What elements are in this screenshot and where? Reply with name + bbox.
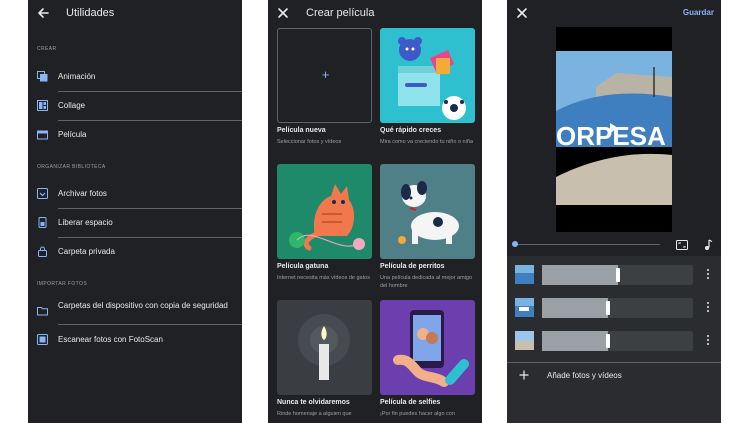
menu-item-archive[interactable]: Archivar fotos [28, 179, 242, 208]
more-options-icon[interactable] [705, 334, 711, 346]
menu-item-animation[interactable]: Animación [28, 62, 242, 91]
menu-item-device-folders[interactable]: Carpetas del dispositivo con copia de se… [28, 296, 242, 325]
aspect-ratio-icon[interactable] [676, 239, 688, 251]
preview-photo: ORPESA [556, 27, 672, 232]
card-subtitle: Seleccionar fotos y vídeos [277, 139, 342, 145]
video-preview[interactable]: ORPESA [556, 27, 672, 232]
card-title: Película gatuna [277, 263, 329, 270]
scrubber-handle[interactable] [512, 241, 518, 247]
card-subtitle: ¡Por fin puedes hacer algo con [380, 411, 455, 417]
create-movie-screen: Crear película + Película nueva Seleccio… [268, 0, 482, 423]
card-thumbnail [380, 300, 475, 395]
close-icon[interactable] [516, 7, 528, 19]
candle-illustration [298, 314, 350, 380]
menu-item-free-space[interactable]: Liberar espacio [28, 208, 242, 237]
page-title: Utilidades [66, 7, 115, 19]
clip-trim-bar[interactable] [542, 265, 693, 285]
add-media-label: Añade fotos y vídeos [547, 371, 622, 380]
clip-thumbnail [515, 265, 534, 284]
clip-trim-fill [542, 265, 618, 285]
plus-icon: + [321, 67, 330, 82]
section-label-organize: ORGANIZAR BIBLIOTECA [37, 164, 106, 170]
archive-icon [37, 188, 48, 199]
clip-trim-bar[interactable] [542, 298, 693, 318]
card-title: Película de perritos [380, 263, 445, 270]
selfie-illustration [393, 310, 469, 387]
menu-item-photoscan[interactable]: Escanear fotos con FotoScan [28, 325, 242, 354]
card-thumbnail [380, 164, 475, 259]
add-icon [519, 370, 529, 380]
menu-item-label: Animación [58, 72, 96, 81]
card-subtitle: Rinde homenaje a alguien que [277, 411, 352, 417]
menu-item-label: Carpeta privada [58, 247, 115, 256]
card-thumbnail [380, 28, 475, 123]
clip-row[interactable] [507, 263, 721, 285]
card-thumbnail [277, 164, 372, 259]
clip-trim-fill [542, 331, 608, 351]
back-arrow-icon[interactable] [36, 6, 50, 20]
card-subtitle: Internet necesita más vídeos de gatos [277, 275, 370, 281]
menu-item-label: Archivar fotos [58, 189, 107, 198]
music-note-icon[interactable] [702, 239, 714, 251]
card-subtitle: Mira como va creciendo tu niño o niña [380, 139, 473, 145]
menu-item-collage[interactable]: Collage [28, 91, 242, 120]
collage-icon [37, 100, 48, 111]
clip-thumbnail [515, 331, 534, 350]
clip-row[interactable] [507, 296, 721, 318]
card-title: Qué rápido creces [380, 127, 442, 134]
section-label-create: CREAR [37, 46, 57, 52]
clip-trim-fill [542, 298, 608, 318]
card-subtitle: Una película dedicada al mejor amigo del… [380, 275, 473, 289]
card-thumbnail [277, 300, 372, 395]
movie-editor-screen: Guardar ORPESA Añade fotos y vídeos [507, 0, 721, 423]
card-title: Nunca te olvidaremos [277, 399, 350, 406]
lock-icon [38, 246, 47, 257]
card-thumbnail: + [277, 28, 372, 123]
section-label-import: IMPORTAR FOTOS [37, 281, 88, 287]
clip-row[interactable] [507, 329, 721, 351]
top-bar: Utilidades [28, 0, 242, 28]
timeline-scrubber[interactable] [515, 244, 660, 245]
clips-panel [507, 256, 721, 423]
card-title: Película nueva [277, 127, 326, 134]
add-media-button[interactable]: Añade fotos y vídeos [507, 362, 721, 386]
cat-illustration [289, 184, 365, 251]
menu-item-label: Carpetas del dispositivo con copia de se… [58, 301, 228, 310]
animation-icon [37, 71, 48, 82]
photoscan-icon [37, 334, 48, 345]
movie-icon [37, 130, 48, 140]
trim-handle[interactable] [606, 301, 610, 315]
page-title: Crear película [306, 7, 375, 19]
more-options-icon[interactable] [705, 268, 711, 280]
clip-trim-bar[interactable] [542, 331, 693, 351]
save-button[interactable]: Guardar [683, 8, 714, 17]
trim-handle[interactable] [606, 334, 610, 348]
more-options-icon[interactable] [705, 301, 711, 313]
trim-handle[interactable] [616, 268, 620, 282]
toys-illustration [398, 37, 466, 120]
card-title: Película de selfies [380, 399, 441, 406]
utilities-screen: Utilidades CREAR Animación Collage Pelíc… [28, 0, 242, 423]
menu-item-label: Collage [58, 101, 86, 110]
menu-item-movie[interactable]: Película [28, 120, 242, 149]
menu-item-label: Escanear fotos con FotoScan [58, 335, 163, 344]
menu-item-label: Película [58, 130, 87, 139]
folder-icon [37, 307, 48, 316]
menu-item-label: Liberar espacio [58, 218, 113, 227]
close-icon[interactable] [277, 7, 289, 19]
menu-item-private-folder[interactable]: Carpeta privada [28, 237, 242, 266]
clip-thumbnail [515, 298, 534, 317]
free-space-icon [38, 217, 47, 228]
dog-illustration [398, 181, 459, 244]
